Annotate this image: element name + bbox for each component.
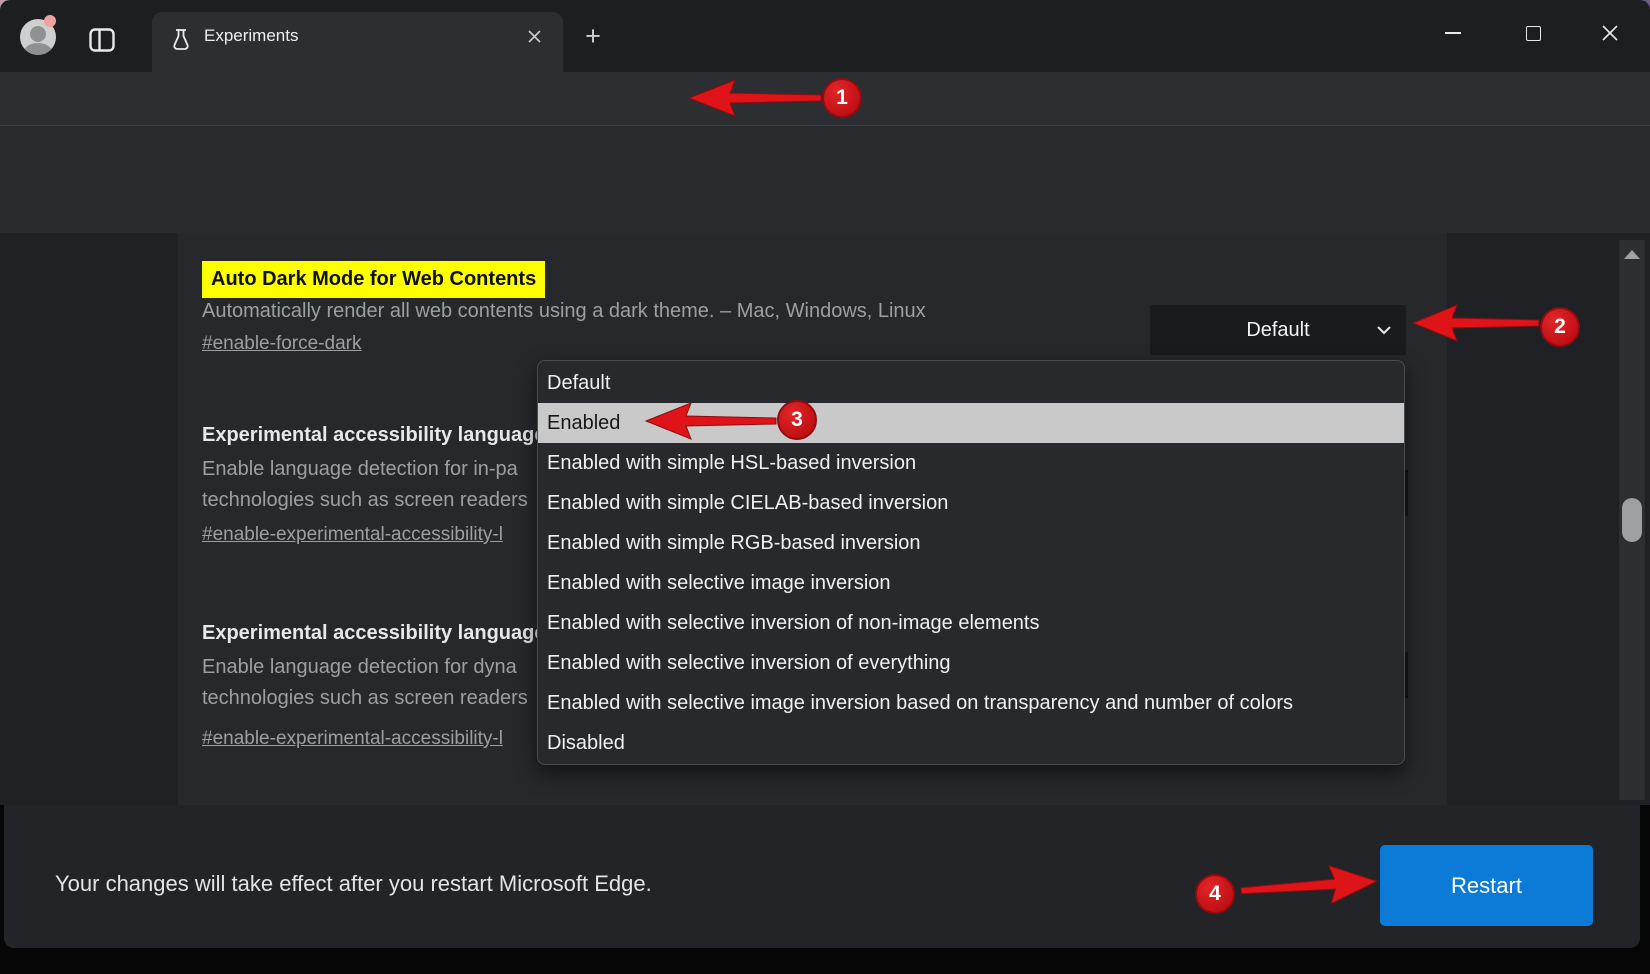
annotation-arrow-1 (688, 78, 822, 118)
beaker-icon (168, 26, 194, 56)
avatar-torso-icon (24, 43, 52, 55)
annotation-step-1: 1 (822, 78, 862, 118)
minimize-button[interactable] (1445, 32, 1461, 34)
annotation-arrow-3 (645, 401, 777, 441)
browser-window: Experiments + Edge (0, 0, 1650, 974)
edge-window: Experiments + Edge (0, 0, 1650, 974)
tab-experiments[interactable]: Experiments (152, 12, 563, 72)
tab-title: Experiments (204, 26, 298, 46)
restart-message: Your changes will take effect after you … (55, 871, 652, 897)
dropdown-option[interactable]: Default (538, 363, 1404, 403)
avatar-head-icon (30, 26, 46, 42)
dropdown-option[interactable]: Enabled with selective image inversion b… (538, 683, 1404, 723)
dropdown-option[interactable]: Disabled (538, 723, 1404, 763)
dropdown-option[interactable]: Enabled with selective inversion of non-… (538, 603, 1404, 643)
dropdown-option[interactable]: Enabled with simple RGB-based inversion (538, 523, 1404, 563)
chevron-down-icon (1376, 325, 1392, 335)
flag-anchor-link[interactable]: #enable-force-dark (202, 333, 361, 355)
scrollbar-thumb[interactable] (1622, 498, 1642, 542)
flag-anchor-link[interactable]: #enable-experimental-accessibility-l (202, 524, 503, 546)
flag-title-highlighted: Auto Dark Mode for Web Contents (202, 261, 545, 298)
scrollbar-up-arrow-icon[interactable] (1624, 250, 1640, 259)
select-value: Default (1150, 305, 1406, 355)
dropdown-option[interactable]: Enabled with selective inversion of ever… (538, 643, 1404, 683)
flag-description: technologies such as screen readers (202, 687, 528, 710)
page-left-margin (0, 233, 178, 805)
new-tab-button[interactable]: + (578, 22, 608, 52)
tab-close-icon[interactable] (527, 29, 542, 44)
close-button[interactable] (1602, 25, 1618, 41)
maximize-button[interactable] (1526, 26, 1541, 41)
flag-description: technologies such as screen readers (202, 489, 528, 512)
tab-bar: Experiments + (0, 0, 1650, 72)
flag-description: Enable language detection for in-pa (202, 458, 518, 481)
annotation-step-3: 3 (777, 400, 817, 440)
flags-page-header: Search flags Reset all (0, 125, 1650, 233)
workspaces-icon[interactable] (88, 26, 116, 54)
restart-button[interactable]: Restart (1380, 845, 1593, 926)
dropdown-option[interactable]: Enabled with simple CIELAB-based inversi… (538, 483, 1404, 523)
flag-anchor-link[interactable]: #enable-experimental-accessibility-l (202, 728, 503, 750)
flag-value-select[interactable]: Default (1150, 305, 1406, 355)
flag-description: Automatically render all web contents us… (202, 300, 926, 323)
dropdown-option[interactable]: Enabled with simple HSL-based inversion (538, 443, 1404, 483)
dropdown-option[interactable]: Enabled with selective image inversion (538, 563, 1404, 603)
profile-notification-badge (44, 15, 56, 27)
annotation-arrow-2 (1412, 303, 1540, 343)
annotation-step-2: 2 (1540, 307, 1580, 347)
flag-title: Experimental accessibility language (202, 622, 545, 645)
flag-description: Enable language detection for dyna (202, 656, 517, 679)
annotation-step-4: 4 (1195, 874, 1235, 914)
flag-title: Experimental accessibility language (202, 424, 545, 447)
